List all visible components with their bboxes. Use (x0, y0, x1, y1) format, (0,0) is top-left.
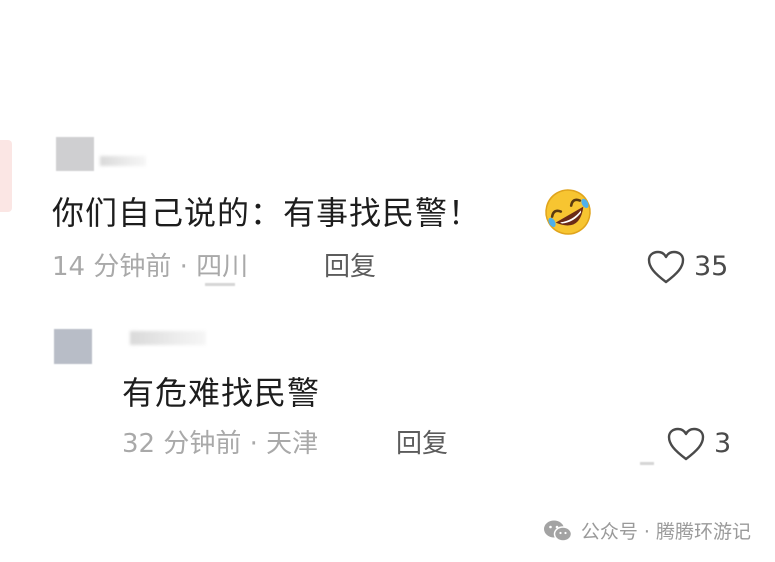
comment-2: 有危难找民警 32 分钟前 · 天津 回复 3 (0, 0, 775, 480)
divider-fragment (640, 462, 654, 465)
watermark: 公众号 · 腾腾环游记 (543, 517, 751, 544)
reply-button[interactable]: 回复 (396, 428, 448, 460)
comment-text: 有危难找民警 (122, 374, 321, 412)
wechat-icon (543, 520, 573, 542)
like-count: 3 (714, 428, 732, 459)
comment-time-location: 32 分钟前 · 天津 (122, 429, 319, 459)
watermark-text: 公众号 · 腾腾环游记 (580, 521, 751, 543)
avatar[interactable] (54, 329, 92, 364)
username-blurred[interactable] (130, 331, 206, 345)
heart-icon (667, 427, 705, 461)
like-button[interactable]: 3 (666, 426, 731, 462)
